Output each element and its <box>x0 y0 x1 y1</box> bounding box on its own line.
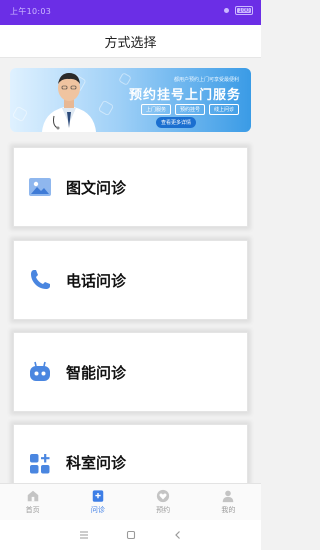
option-card-image-text[interactable]: 图文问诊 <box>13 147 248 227</box>
image-icon <box>29 178 51 196</box>
tab-label: 首页 <box>25 506 40 514</box>
tab-label: 问诊 <box>90 506 105 514</box>
battery-level: 100 <box>238 7 250 14</box>
home-icon <box>27 490 38 502</box>
page-title: 方式选择 <box>104 35 157 51</box>
user-icon <box>223 490 234 503</box>
tab-home[interactable]: 首页 <box>0 484 65 520</box>
home-button[interactable] <box>121 525 141 545</box>
option-label: 图文问诊 <box>66 179 127 197</box>
tab-label: 预约 <box>156 506 171 514</box>
banner-tag: 预约挂号 <box>174 104 205 115</box>
banner-tagline: 都用户预约上门可享受最便利 <box>173 77 239 83</box>
doctor-illustration <box>42 73 96 132</box>
tab-consult[interactable]: 问诊 <box>65 484 130 520</box>
menu-icon <box>79 531 88 539</box>
option-card-phone[interactable]: 电话问诊 <box>13 240 248 320</box>
square-icon <box>126 530 135 540</box>
back-chevron-icon <box>174 531 180 539</box>
banner-tags: 上门服务 预约挂号 线上问诊 <box>140 104 239 115</box>
promo-banner[interactable]: 都用户预约上门可享受最便利 预约挂号上门服务 上门服务 预约挂号 线上问诊 查看… <box>10 68 251 132</box>
consult-icon <box>92 490 104 502</box>
banner-tag: 上门服务 <box>140 104 171 115</box>
back-button[interactable] <box>168 525 188 545</box>
robot-icon <box>30 361 50 381</box>
tab-profile[interactable]: 我的 <box>196 484 261 520</box>
notification-dot-icon <box>224 8 229 13</box>
heart-icon <box>157 489 170 503</box>
battery-icon: 100 <box>235 6 253 15</box>
system-nav-bar <box>0 520 261 550</box>
menu-button[interactable] <box>74 525 94 545</box>
bottom-tab-bar: 首页 问诊 预约 我的 <box>0 483 261 520</box>
banner-title: 预约挂号上门服务 <box>128 88 241 103</box>
nav-header: 方式选择 <box>0 25 261 58</box>
status-time: 上午10:03 <box>10 7 52 16</box>
option-label: 电话问诊 <box>66 272 127 290</box>
phone-icon <box>31 270 50 289</box>
option-card-department[interactable]: 科室问诊 <box>13 424 248 484</box>
banner-details-button[interactable]: 查看更多详情 <box>156 117 197 128</box>
tab-label: 我的 <box>221 506 236 514</box>
tab-appointment[interactable]: 预约 <box>131 484 196 520</box>
department-grid-icon <box>30 454 50 474</box>
status-bar: 上午10:03 100 <box>0 0 261 25</box>
banner-tag: 线上问诊 <box>208 104 239 115</box>
option-label: 智能问诊 <box>66 364 127 382</box>
option-card-smart[interactable]: 智能问诊 <box>13 332 248 412</box>
